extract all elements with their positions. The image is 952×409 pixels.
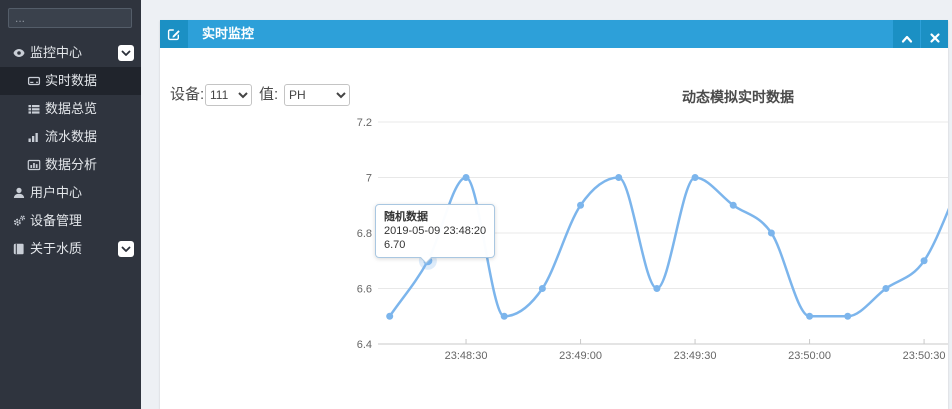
sidebar-search-input[interactable] [8,8,132,28]
sidebar-item-label: 数据总览 [45,95,97,123]
device-select[interactable]: 111 [205,84,252,106]
series-point[interactable] [882,285,889,292]
device-label: 设备: [170,84,204,106]
bar-chart-icon [27,130,41,144]
series-point[interactable] [577,202,584,209]
tooltip: 随机数据 2019-05-09 23:48:20 6.70 [375,204,495,258]
sidebar-item-user-center[interactable]: 用户中心 [0,179,141,207]
series-point[interactable] [806,313,813,320]
sidebar-item-device-management[interactable]: 设备管理 [0,207,141,235]
series-point[interactable] [692,174,699,181]
series-point[interactable] [653,285,660,292]
x-tick-label: 23:50:30 [903,350,946,362]
value-label: 值: [259,84,278,106]
main-panel: 实时监控 设备: 111 值: PH 动态模拟实时数据 6.4 6.6 6.8 7 7.… [160,20,948,409]
x-tick-label: 23:49:00 [559,350,602,362]
series-point[interactable] [615,174,622,181]
tooltip-value: 6.70 [384,238,486,252]
chevron-down-icon[interactable] [118,45,134,61]
chevron-down-icon[interactable] [118,241,134,257]
sidebar-item-realtime-data[interactable]: 实时数据 [0,67,141,95]
sidebar-item-label: 用户中心 [30,179,82,207]
series-point[interactable] [921,257,928,264]
series-point[interactable] [539,285,546,292]
gears-icon [12,214,26,228]
sidebar-item-flow-data[interactable]: 流水数据 [0,123,141,151]
value-select[interactable]: PH [284,84,350,106]
chevron-up-icon [893,33,920,44]
user-icon [12,186,26,200]
series-point[interactable] [844,313,851,320]
drive-icon [27,74,41,88]
x-tick-label: 23:49:30 [674,350,717,362]
eye-icon [12,46,26,60]
y-tick-label: 6.6 [357,284,372,296]
close-icon [921,32,948,44]
chart-title: 动态模拟实时数据 [638,87,838,107]
x-tick-label: 23:48:30 [445,350,488,362]
y-tick-label: 7.2 [357,117,372,129]
tooltip-series-name: 随机数据 [384,210,486,224]
edit-icon [160,20,188,48]
close-button[interactable] [921,20,948,48]
chart-image-icon [27,158,41,172]
app-root: 监控中心 实时数据 数据总览 流水数据 [0,0,952,409]
y-tick-label: 6.8 [357,228,372,240]
y-tick-label: 7 [366,173,372,185]
sidebar-item-label: 数据分析 [45,151,97,179]
sidebar-item-label: 实时数据 [45,67,97,95]
table-icon [27,102,41,116]
sidebar-item-label: 设备管理 [30,207,82,235]
y-tick-label: 6.4 [357,339,372,351]
sidebar-item-data-overview[interactable]: 数据总览 [0,95,141,123]
x-tick-label: 23:50:00 [788,350,831,362]
series-point[interactable] [501,313,508,320]
panel-title: 实时监控 [202,20,254,48]
sidebar-item-data-analysis[interactable]: 数据分析 [0,151,141,179]
series-point[interactable] [386,313,393,320]
collapse-button[interactable] [893,20,920,48]
series-point[interactable] [768,230,775,237]
panel-header: 实时监控 [160,20,948,48]
sidebar-item-monitor-center[interactable]: 监控中心 [0,39,141,67]
sidebar-item-about-water[interactable]: 关于水质 [0,235,141,263]
sidebar-item-label: 关于水质 [30,235,82,263]
book-icon [12,242,26,256]
tooltip-datetime: 2019-05-09 23:48:20 [384,224,486,238]
sidebar-item-label: 监控中心 [30,39,82,67]
sidebar-item-label: 流水数据 [45,123,97,151]
series-point[interactable] [730,202,737,209]
sidebar: 监控中心 实时数据 数据总览 流水数据 [0,0,141,409]
series-point[interactable] [463,174,470,181]
